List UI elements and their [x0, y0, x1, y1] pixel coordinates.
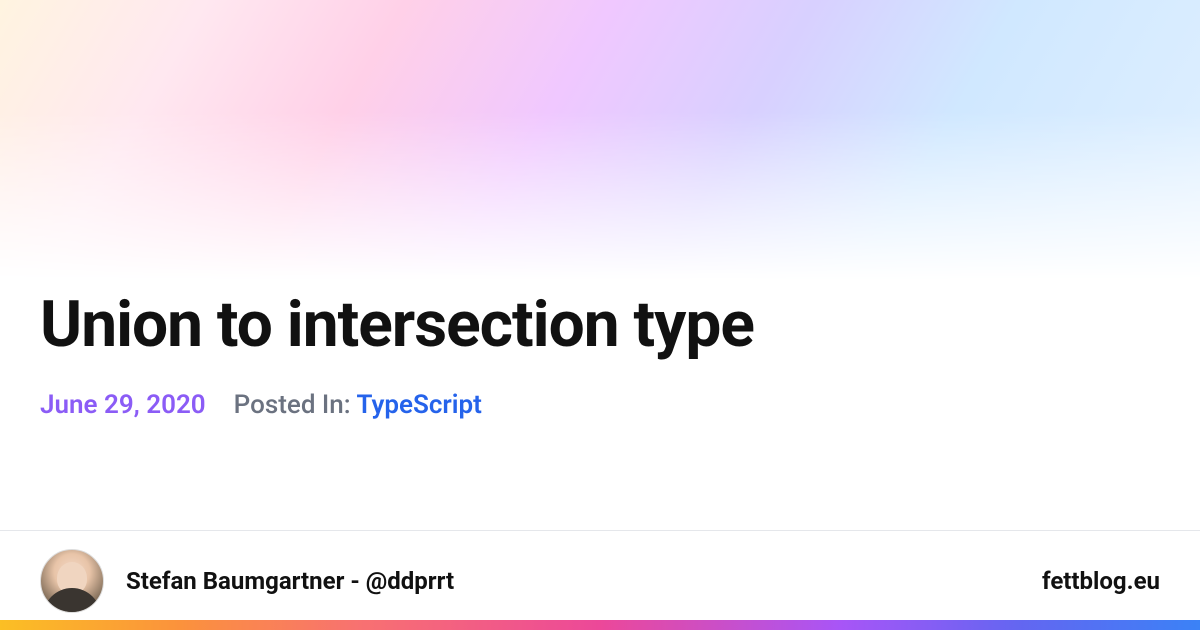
bottom-gradient-bar	[0, 620, 1200, 630]
author-name: Stefan Baumgartner - @ddprrt	[126, 567, 454, 595]
posted-in-wrapper: Posted In: TypeScript	[234, 390, 482, 420]
author-avatar	[40, 549, 104, 613]
post-content: Union to intersection type June 29, 2020…	[40, 290, 754, 420]
post-meta: June 29, 2020 Posted In: TypeScript	[40, 390, 754, 420]
header-gradient	[0, 0, 1200, 280]
post-title: Union to intersection type	[40, 290, 754, 360]
site-link[interactable]: fettblog.eu	[1042, 567, 1160, 595]
post-date: June 29, 2020	[40, 390, 206, 420]
footer: Stefan Baumgartner - @ddprrt fettblog.eu	[0, 530, 1200, 630]
author-section: Stefan Baumgartner - @ddprrt	[40, 549, 454, 613]
posted-in-label: Posted In:	[234, 390, 351, 420]
category-link[interactable]: TypeScript	[356, 390, 481, 420]
